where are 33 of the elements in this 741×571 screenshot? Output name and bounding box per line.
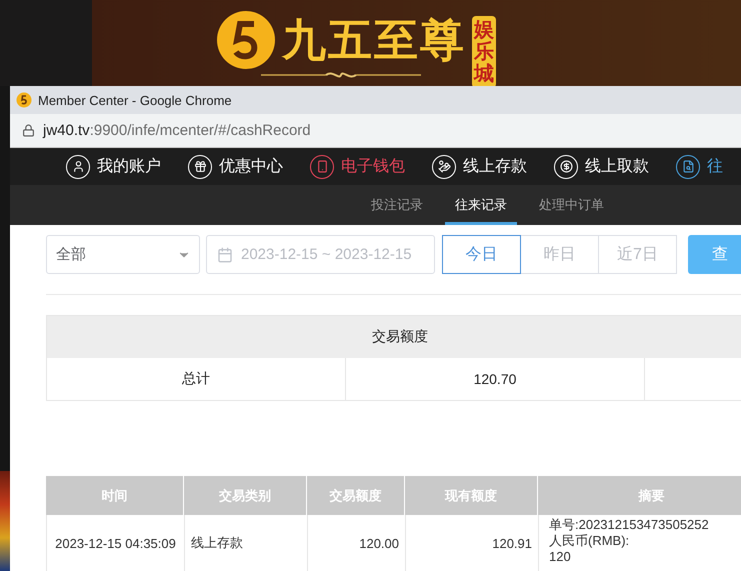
phone-icon xyxy=(310,154,334,179)
sub-tab[interactable]: 往来记录 xyxy=(445,185,517,225)
summary-header: 交易额度 xyxy=(47,316,741,358)
nav-item[interactable]: 优惠中心 xyxy=(188,154,310,179)
lock-icon xyxy=(22,124,35,138)
sub-tab[interactable]: 投注记录 xyxy=(361,185,433,225)
logo-text: 九五至尊 xyxy=(282,14,466,68)
address-field[interactable]: jw40.tv:9900/infe/mcenter/#/cashRecord xyxy=(43,122,311,140)
document-search-icon xyxy=(676,154,700,179)
logo-icon xyxy=(216,10,276,70)
nav-item[interactable]: 往 xyxy=(676,154,741,179)
nav-item[interactable]: 线上存款 xyxy=(432,154,554,179)
gift-icon xyxy=(188,154,212,179)
table-cell: 120.91 xyxy=(406,515,539,571)
logo-badge: 娱乐城 xyxy=(472,16,496,88)
type-select[interactable]: 全部 xyxy=(46,235,200,274)
table-cell: 120.70 xyxy=(346,358,645,400)
calendar-icon xyxy=(217,246,233,262)
user-icon xyxy=(66,154,90,179)
table-cell: 120.00 xyxy=(308,515,406,571)
nav-item[interactable]: 我的账户 xyxy=(66,154,188,179)
table-cell: 线上存款 xyxy=(185,515,308,571)
dollar-coin-icon xyxy=(554,154,578,179)
hand-coins-icon xyxy=(432,154,456,179)
sub-tab[interactable]: 处理中订单 xyxy=(529,185,614,225)
table-cell: 2023-12-15 04:35:09 xyxy=(47,515,185,571)
nav-item[interactable]: 线上取款 xyxy=(554,154,676,179)
favicon-icon xyxy=(16,92,32,108)
table-cell: 总计 xyxy=(47,358,346,400)
table-cell-text: 单号:202312153473505252 人民币(RMB): 120 xyxy=(548,516,710,566)
date-range-button[interactable]: 今日 xyxy=(442,235,521,274)
nav-item[interactable]: 电子钱包 xyxy=(310,154,432,179)
window-title: Member Center - Google Chrome xyxy=(38,92,232,108)
